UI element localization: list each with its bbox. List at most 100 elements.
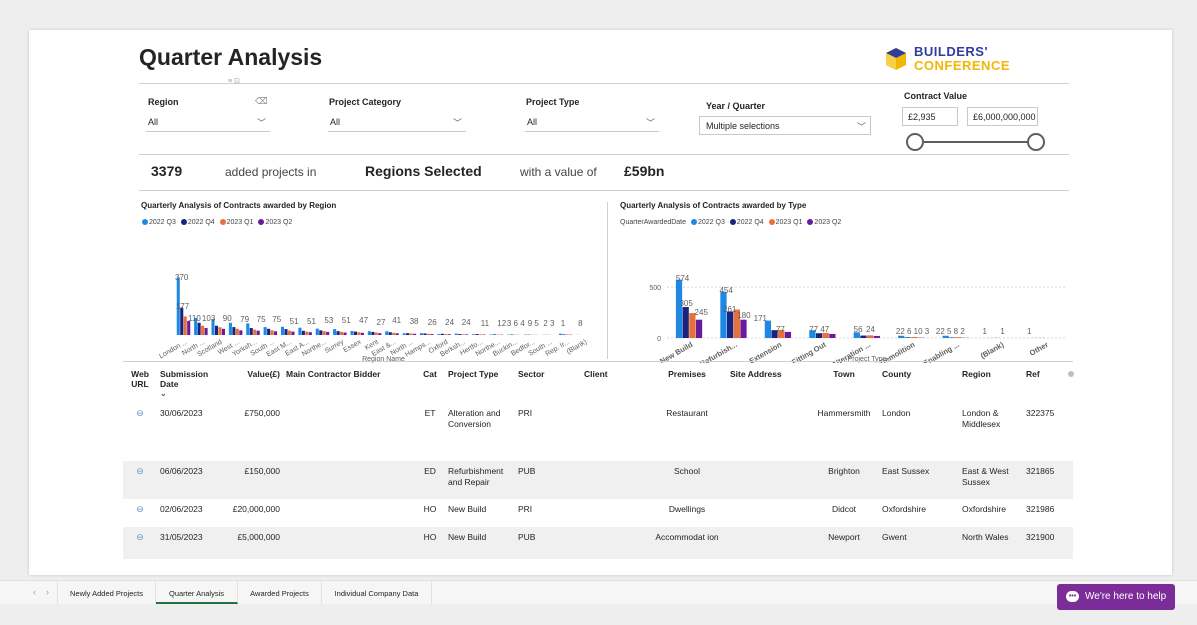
bar[interactable] [461, 334, 465, 335]
bar[interactable] [228, 322, 232, 335]
bar[interactable] [873, 335, 880, 338]
column-header[interactable]: Value(£) [221, 365, 283, 403]
bar[interactable] [253, 329, 257, 335]
bar[interactable] [371, 331, 375, 335]
bar[interactable] [409, 333, 413, 335]
column-header[interactable]: Client [581, 365, 647, 403]
tab-quarter-analysis[interactable]: Quarter Analysis [156, 581, 238, 604]
bar[interactable] [675, 279, 683, 338]
bar[interactable] [197, 322, 201, 335]
bar[interactable] [720, 291, 727, 338]
bar[interactable] [860, 335, 867, 338]
bar[interactable] [263, 327, 267, 335]
bar[interactable] [274, 331, 278, 335]
legend-item[interactable]: 2022 Q3 [139, 219, 176, 226]
bar[interactable] [942, 335, 949, 338]
bar[interactable] [343, 332, 347, 335]
link-icon[interactable]: ⊖ [136, 532, 144, 542]
bar[interactable] [430, 334, 434, 335]
bar[interactable] [326, 331, 330, 335]
bar[interactable] [465, 334, 469, 335]
tab-prev-arrow-icon[interactable]: ‹ [33, 587, 36, 597]
table-row[interactable]: ⊖ 06/06/2023 £150,000 ED Refurbishment and R… [123, 461, 1073, 499]
eraser-icon[interactable]: ⌫ [255, 96, 268, 107]
bar[interactable] [336, 331, 340, 335]
bar[interactable] [187, 321, 191, 335]
link-icon[interactable]: ⊖ [136, 504, 144, 514]
bar[interactable] [201, 325, 205, 335]
legend-item[interactable]: 2022 Q4 [727, 219, 764, 226]
bar[interactable] [180, 307, 184, 335]
bar[interactable] [740, 319, 747, 338]
column-header[interactable]: Main Contractor Bidder [283, 365, 415, 403]
contract-value-max-input[interactable]: £6,000,000,000 [967, 107, 1038, 126]
bar[interactable] [287, 330, 292, 335]
bar[interactable] [256, 330, 260, 335]
bar[interactable] [270, 330, 274, 335]
column-header[interactable]: County [879, 365, 959, 403]
legend-item[interactable]: 2022 Q3 [688, 219, 725, 226]
bar[interactable] [949, 337, 956, 338]
bar[interactable] [492, 334, 497, 335]
column-header[interactable]: Region [959, 365, 1023, 403]
bar[interactable] [682, 306, 689, 338]
bar[interactable] [385, 331, 389, 335]
bar[interactable] [291, 331, 295, 335]
bar[interactable] [419, 333, 424, 335]
region-dropdown[interactable]: All ﹀ [146, 113, 270, 132]
bar[interactable] [911, 336, 918, 338]
bar[interactable] [183, 316, 187, 335]
column-header[interactable]: Project Type [445, 365, 515, 403]
bar[interactable] [784, 331, 792, 338]
bar[interactable] [829, 333, 836, 338]
sort-descending-icon[interactable]: ⌄ [160, 389, 218, 398]
tab-next-arrow-icon[interactable]: › [46, 587, 49, 597]
bar[interactable] [764, 320, 772, 338]
bar[interactable] [955, 337, 963, 338]
bar[interactable] [727, 311, 734, 338]
column-header[interactable]: Cat [415, 365, 445, 403]
year-quarter-dropdown[interactable]: Multiple selections ﹀ [699, 116, 871, 135]
bar[interactable] [392, 332, 396, 335]
bar[interactable] [308, 332, 312, 335]
bar[interactable] [360, 332, 364, 335]
bar[interactable] [280, 326, 285, 335]
bar[interactable] [440, 333, 444, 335]
project-category-dropdown[interactable]: All ﹀ [328, 113, 466, 132]
bar[interactable] [378, 333, 382, 335]
legend-item[interactable]: 2023 Q2 [255, 219, 292, 226]
table-row[interactable]: ⊖ 30/06/2023 £750,000 ET Alteration and Conv… [123, 403, 1073, 461]
bar[interactable] [322, 331, 326, 335]
region-bar-chart[interactable]: London ...North ...ScotlandWest ...Yorks… [137, 235, 597, 363]
legend-item[interactable]: 2023 Q1 [217, 219, 253, 226]
bar[interactable] [454, 333, 458, 335]
table-row[interactable]: ⊖ 02/06/2023 £20,000,000 HO New Build PRI Dwel… [123, 499, 1073, 527]
bar[interactable] [221, 328, 225, 335]
bar[interactable] [388, 332, 392, 335]
bar[interactable] [340, 331, 344, 335]
column-header[interactable]: Town [809, 365, 879, 403]
column-header[interactable]: Submission Date ⌄ [157, 365, 221, 403]
help-chat-button[interactable]: ••• We're here to help [1057, 584, 1175, 610]
link-icon[interactable]: ⊖ [136, 466, 144, 476]
contract-value-slider-min-handle[interactable] [906, 133, 924, 151]
bar[interactable] [301, 330, 305, 335]
tab-individual-company-data[interactable]: Individual Company Data [322, 581, 432, 604]
bar[interactable] [904, 337, 912, 338]
bar[interactable] [402, 333, 406, 335]
bar[interactable] [333, 329, 337, 335]
bar[interactable] [249, 328, 253, 335]
table-row[interactable]: ⊖ 31/05/2023 £5,000,000 HO New Build PUB Accom… [123, 527, 1073, 559]
bar[interactable] [406, 333, 410, 335]
bar[interactable] [235, 328, 239, 335]
column-header[interactable]: Ref [1023, 365, 1073, 403]
bar[interactable] [423, 333, 427, 335]
bar[interactable] [426, 333, 431, 335]
bar[interactable] [867, 335, 874, 338]
contract-value-slider-track[interactable] [915, 141, 1035, 143]
tab-newly-added-projects[interactable]: Newly Added Projects [58, 581, 156, 604]
bar[interactable] [458, 334, 462, 335]
type-bar-chart[interactable]: 0 500 New Build Refurbish... Extension Fittin… [617, 235, 1079, 363]
bar[interactable] [447, 334, 451, 335]
legend-item[interactable]: 2023 Q1 [766, 219, 802, 226]
